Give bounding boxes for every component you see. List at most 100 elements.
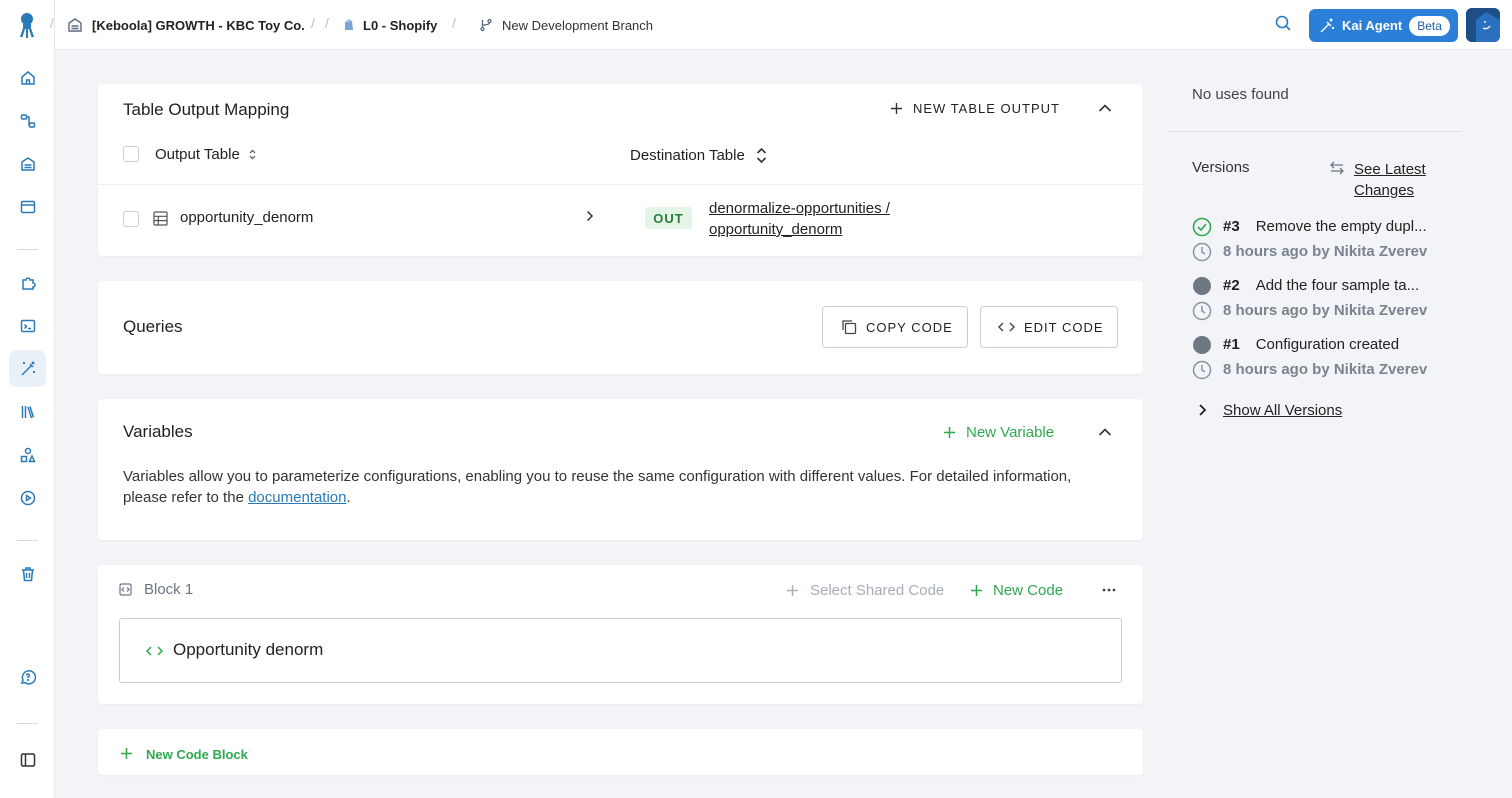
variables-description-end: .: [346, 489, 351, 506]
variables-title: Variables: [123, 422, 193, 441]
destination-table-header[interactable]: Destination Table: [630, 146, 768, 165]
code-name: Opportunity denorm: [173, 640, 324, 659]
templates-icon: [20, 447, 36, 462]
sidebar-item-jobs[interactable]: [9, 479, 46, 516]
show-all-versions-label: Show All Versions: [1223, 401, 1343, 419]
version-description: Remove the empty dupl...: [1255, 218, 1427, 235]
breadcrumb-separator: /: [452, 15, 456, 31]
chevron-right-icon: [586, 210, 594, 222]
config-name[interactable]: L0 - Shopify: [363, 18, 437, 33]
clock-icon: [1192, 301, 1212, 321]
search-button[interactable]: [1274, 14, 1294, 34]
edit-code-label: EDIT CODE: [1024, 319, 1104, 335]
sidebar-item-templates[interactable]: [9, 436, 46, 473]
plus-icon: [787, 585, 798, 596]
sidebar-item-help[interactable]: [9, 658, 46, 695]
kai-agent-button[interactable]: Kai Agent Beta: [1309, 9, 1458, 42]
transformations-icon: [20, 361, 35, 376]
sidebar: [0, 0, 55, 798]
sidebar-item-components[interactable]: [9, 264, 46, 301]
version-number: #3: [1223, 218, 1240, 235]
clock-icon: [1192, 242, 1212, 262]
collapse-variables-button[interactable]: [1098, 427, 1112, 437]
table-row[interactable]: opportunity_denorm OUT denormalize-oppor…: [98, 185, 1143, 256]
version-description: Configuration created: [1255, 336, 1400, 353]
sidebar-item-flows[interactable]: [9, 102, 46, 139]
sidebar-item-terminal[interactable]: [9, 307, 46, 344]
topbar: / [Keboola] GROWTH - KBC Toy Co. / / L0 …: [50, 0, 1512, 50]
breadcrumb-config[interactable]: L0 - Shopify: [344, 0, 437, 50]
version-dot-icon: [1193, 277, 1211, 295]
plus-icon: [971, 585, 982, 596]
beta-badge: Beta: [1409, 15, 1450, 36]
select-shared-code-button[interactable]: Select Shared Code: [786, 582, 944, 599]
version-item[interactable]: #2 Add the four sample ta... 8 hours ago …: [1192, 275, 1462, 325]
more-options-button[interactable]: [1102, 588, 1116, 592]
sidebar-divider: [17, 249, 38, 250]
collapse-sidebar-button[interactable]: [9, 741, 46, 778]
documentation-link[interactable]: documentation: [248, 489, 346, 506]
breadcrumb-separator: /: [311, 15, 315, 31]
kai-agent-label: Kai Agent: [1342, 18, 1403, 33]
output-table-header[interactable]: Output Table: [155, 146, 257, 163]
branch-icon: [480, 18, 492, 32]
destination-line-1: denormalize-opportunities /: [709, 200, 890, 217]
project-name[interactable]: [Keboola] GROWTH - KBC Toy Co.: [92, 18, 305, 33]
show-all-versions-button[interactable]: Show All Versions: [1192, 400, 1342, 420]
version-item[interactable]: #3 Remove the empty dupl... 8 hours ago b…: [1192, 216, 1462, 266]
edit-code-button[interactable]: EDIT CODE: [980, 306, 1118, 348]
data-apps-icon: [20, 200, 35, 213]
code-icon: [146, 646, 163, 656]
sidebar-item-storage[interactable]: [9, 145, 46, 182]
new-code-block-button[interactable]: New Code Block: [120, 744, 248, 762]
out-badge: OUT: [645, 207, 692, 229]
search-icon: [1275, 15, 1291, 31]
select-all-checkbox[interactable]: [123, 146, 139, 162]
collapse-output-mapping-button[interactable]: [1098, 103, 1112, 113]
jobs-icon: [20, 490, 35, 505]
see-latest-line-2: Changes: [1354, 182, 1415, 199]
see-latest-changes-link[interactable]: See Latest Changes: [1329, 159, 1426, 201]
plus-icon: [944, 427, 955, 438]
divider: [1168, 131, 1462, 132]
destination-table-header-label: Destination Table: [630, 147, 745, 164]
shopify-icon: [345, 19, 353, 30]
sidebar-item-transformations[interactable]: [9, 350, 46, 387]
new-table-output-button[interactable]: NEW TABLE OUTPUT: [890, 101, 1060, 116]
branch-name[interactable]: New Development Branch: [502, 18, 653, 33]
destination-table-link[interactable]: denormalize-opportunities / opportunity_…: [709, 198, 890, 240]
sort-icon: [756, 147, 766, 164]
copy-code-label: COPY CODE: [866, 319, 953, 335]
new-variable-button[interactable]: New Variable: [943, 424, 1054, 441]
components-icon: [21, 276, 36, 290]
code-item[interactable]: Opportunity denorm: [119, 618, 1122, 683]
new-code-button[interactable]: New Code: [970, 582, 1063, 599]
help-icon: [20, 669, 36, 685]
variables-description: Variables allow you to parameterize conf…: [123, 466, 1083, 508]
sidebar-item-library[interactable]: [9, 393, 46, 430]
new-code-label: New Code: [993, 582, 1064, 599]
copy-code-button[interactable]: COPY CODE: [822, 306, 968, 348]
block-title-label: Block 1: [144, 581, 194, 598]
keboola-logo-icon[interactable]: [14, 11, 40, 39]
sidebar-item-data-apps[interactable]: [9, 188, 46, 225]
version-description: Add the four sample ta...: [1255, 277, 1420, 294]
avatar[interactable]: [1466, 8, 1500, 42]
breadcrumb-project[interactable]: [Keboola] GROWTH - KBC Toy Co.: [67, 0, 305, 50]
sidebar-divider: [17, 723, 38, 724]
version-number: #1: [1223, 336, 1240, 353]
version-item[interactable]: #1 Configuration created 8 hours ago by N…: [1192, 334, 1462, 384]
plus-icon: [121, 747, 132, 759]
see-latest-line-1: See Latest: [1354, 161, 1426, 178]
code-icon: [998, 322, 1015, 332]
block-title[interactable]: Block 1: [119, 581, 193, 598]
sidebar-item-trash[interactable]: [9, 555, 46, 592]
row-checkbox[interactable]: [123, 211, 139, 227]
new-code-block-card[interactable]: New Code Block: [98, 729, 1143, 775]
more-horizontal-icon: [1102, 588, 1116, 592]
project-icon: [68, 18, 82, 32]
breadcrumb-branch[interactable]: New Development Branch: [479, 0, 653, 50]
table-icon: [153, 211, 168, 226]
sidebar-item-home[interactable]: [9, 59, 46, 96]
version-number: #2: [1223, 277, 1240, 294]
